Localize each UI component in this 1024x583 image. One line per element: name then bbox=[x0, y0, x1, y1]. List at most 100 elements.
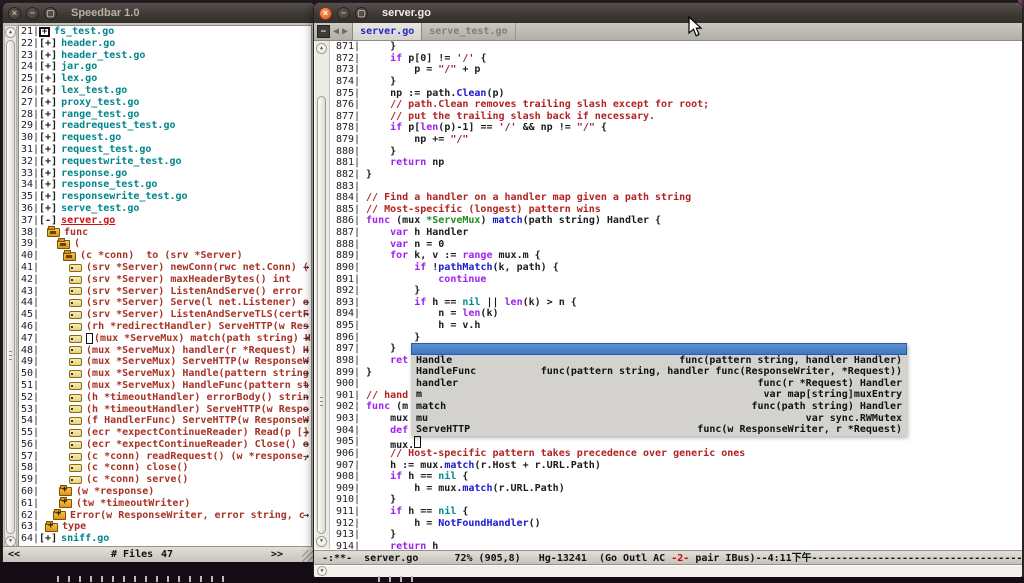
minimize-icon[interactable]: − bbox=[337, 7, 350, 20]
tag-label[interactable]: (mux *ServeMux) HandleFunc(pattern st bbox=[86, 380, 309, 392]
tag-label[interactable]: (c *conn) serve() bbox=[86, 474, 188, 486]
code-line[interactable]: 888| var n = 0 bbox=[331, 239, 1019, 251]
tag-label[interactable]: (srv *Server) ListenAndServeTLS(certF bbox=[86, 309, 309, 321]
tag-icon[interactable] bbox=[69, 264, 82, 272]
tag-label[interactable]: (c *conn) close() bbox=[86, 462, 188, 474]
speedbar-titlebar[interactable]: × − ▢ Speedbar 1.0 bbox=[3, 3, 315, 23]
tab-serve-test-go[interactable]: serve_test.go bbox=[422, 23, 515, 40]
code-line[interactable]: 895| h = v.h bbox=[331, 320, 1019, 332]
plus-icon[interactable]: [+] bbox=[39, 73, 57, 85]
minus-icon[interactable]: [-] bbox=[39, 215, 57, 227]
file-name[interactable]: serve_test.go bbox=[61, 203, 139, 215]
speedbar-row[interactable]: 57|(c *conn) readRequest() (w *response,… bbox=[19, 451, 311, 463]
speedbar-row[interactable]: 62|Error(w ResponseWriter, error string,… bbox=[19, 510, 311, 522]
speedbar-row[interactable]: 23|[+]header_test.go bbox=[19, 50, 311, 62]
tag-icon[interactable] bbox=[69, 453, 82, 461]
autocomplete-item[interactable]: mvar map[string]muxEntry bbox=[411, 389, 907, 401]
close-icon[interactable]: × bbox=[8, 7, 21, 20]
file-name[interactable]: requestwrite_test.go bbox=[61, 156, 181, 168]
speedbar-row[interactable]: 39|( bbox=[19, 238, 311, 250]
autocomplete-item[interactable]: handlerfunc(r *Request) Handler bbox=[411, 378, 907, 390]
code-line[interactable]: 910| } bbox=[331, 494, 1019, 506]
code-line[interactable]: 914| return h bbox=[331, 541, 1019, 550]
file-name[interactable]: response_test.go bbox=[61, 179, 157, 191]
speedbar-row[interactable]: 41|(srv *Server) newConn(rwc net.Conn) (… bbox=[19, 262, 311, 274]
code-line[interactable]: 887| var h Handler bbox=[331, 227, 1019, 239]
speedbar-row[interactable]: 50|(mux *ServeMux) Handle(pattern string… bbox=[19, 368, 311, 380]
speedbar-row[interactable]: 63|type bbox=[19, 521, 311, 533]
file-name[interactable]: responsewrite_test.go bbox=[61, 191, 187, 203]
speedbar-row[interactable]: 54|(f HandlerFunc) ServeHTTP(w ResponseW… bbox=[19, 415, 311, 427]
plus-icon[interactable]: [+] bbox=[39, 120, 57, 132]
scroll-up-icon[interactable]: ▲ bbox=[316, 43, 327, 54]
maximize-icon[interactable]: ▢ bbox=[355, 7, 368, 20]
tag-label[interactable]: (mux *ServeMux) ServeHTTP(w ResponseW bbox=[86, 356, 309, 368]
speedbar-scrollbar-thumb[interactable] bbox=[6, 40, 15, 534]
code-line[interactable]: 881| return np bbox=[331, 157, 1019, 169]
code-line[interactable]: 873| p = "/" + p bbox=[331, 64, 1019, 76]
tag-label[interactable]: (srv *Server) newConn(rwc net.Conn) ( bbox=[86, 262, 309, 274]
code-line[interactable]: 875| np := path.Clean(p) bbox=[331, 88, 1019, 100]
code-line[interactable]: 877| // put the trailing slash back if n… bbox=[331, 111, 1019, 123]
code-line[interactable]: 882|} bbox=[331, 169, 1019, 181]
autocomplete-item[interactable]: matchfunc(path string) Handler bbox=[411, 401, 907, 413]
speedbar-row[interactable]: 56|(ecr *expectContinueReader) Close() e… bbox=[19, 439, 311, 451]
speedbar-row[interactable]: 42|(srv *Server) maxHeaderBytes() int bbox=[19, 274, 311, 286]
speedbar-scrollbar[interactable]: ▲ ▼ bbox=[4, 25, 17, 548]
speedbar-row[interactable]: 25|[+]lex.go bbox=[19, 73, 311, 85]
plus-icon[interactable]: [+] bbox=[39, 191, 57, 203]
plus-icon[interactable]: [+] bbox=[39, 61, 57, 73]
folder-plus-icon[interactable] bbox=[59, 487, 72, 496]
tag-icon[interactable] bbox=[69, 417, 82, 425]
code-line[interactable]: 872| if p[0] != '/' { bbox=[331, 53, 1019, 65]
tag-label[interactable]: (mux *ServeMux) Handle(pattern string bbox=[86, 368, 309, 380]
file-name[interactable]: request.go bbox=[61, 132, 121, 144]
tag-label[interactable]: (srv *Server) Serve(l net.Listener) e bbox=[86, 297, 309, 309]
plus-icon[interactable]: [+] bbox=[39, 179, 57, 191]
code-line[interactable]: 889| for k, v := range mux.m { bbox=[331, 250, 1019, 262]
code-line[interactable]: 878| if p[len(p)-1] == '/' && np != "/" … bbox=[331, 122, 1019, 134]
code-line[interactable]: 880| } bbox=[331, 146, 1019, 158]
folder-open-icon[interactable] bbox=[57, 240, 70, 249]
speedbar-row[interactable]: 48|(mux *ServeMux) handler(r *Request) H… bbox=[19, 345, 311, 357]
code-editor[interactable]: 871| }872| if p[0] != '/' {873| p = "/" … bbox=[331, 41, 1019, 550]
minimize-icon[interactable]: − bbox=[26, 7, 39, 20]
tag-icon[interactable] bbox=[69, 394, 82, 402]
code-line[interactable]: 912| h = NotFoundHandler() bbox=[331, 518, 1019, 530]
code-line[interactable]: 883| bbox=[331, 181, 1019, 193]
file-name[interactable]: readrequest_test.go bbox=[61, 120, 175, 132]
speedbar-row[interactable]: 24|[+]jar.go bbox=[19, 61, 311, 73]
speedbar-row[interactable]: 38|func bbox=[19, 227, 311, 239]
tag-label[interactable]: (w *response) bbox=[76, 486, 154, 498]
tag-icon[interactable] bbox=[69, 335, 82, 343]
tag-label[interactable]: (srv *Server) ListenAndServe() error bbox=[86, 286, 303, 298]
plus-icon[interactable]: [+] bbox=[39, 168, 57, 180]
speedbar-scroll-left[interactable]: << bbox=[8, 547, 20, 563]
speedbar-row[interactable]: 40|(c *conn) to (srv *Server) bbox=[19, 250, 311, 262]
tag-label[interactable]: (ecr *expectContinueReader) Close() e bbox=[86, 439, 309, 451]
code-line[interactable]: 876| // path.Clean removes trailing slas… bbox=[331, 99, 1019, 111]
speedbar-row[interactable]: 60|(w *response) bbox=[19, 486, 311, 498]
autocomplete-item[interactable]: HandleFuncfunc(pattern string, handler f… bbox=[411, 366, 907, 378]
tag-icon[interactable] bbox=[69, 370, 82, 378]
code-line[interactable]: 884|// Find a handler on a handler map g… bbox=[331, 192, 1019, 204]
speedbar-row[interactable]: 30|[+]request.go bbox=[19, 132, 311, 144]
speedbar-row[interactable]: 45|(srv *Server) ListenAndServeTLS(certF… bbox=[19, 309, 311, 321]
speedbar-row[interactable]: 32|[+]requestwrite_test.go bbox=[19, 156, 311, 168]
speedbar-row[interactable]: 51|(mux *ServeMux) HandleFunc(pattern st… bbox=[19, 380, 311, 392]
plus-icon[interactable]: [+] bbox=[39, 97, 57, 109]
plus-icon[interactable]: [+] bbox=[39, 144, 57, 156]
tag-label[interactable]: (f HandlerFunc) ServeHTTP(w ResponseW bbox=[86, 415, 309, 427]
doc-icon[interactable]: + bbox=[39, 27, 50, 37]
tab-server-go[interactable]: server.go bbox=[352, 23, 422, 40]
editor-titlebar[interactable]: × − ▢ server.go bbox=[314, 3, 1022, 23]
speedbar-row[interactable]: 53|(h *timeoutHandler) ServeHTTP(w Respo… bbox=[19, 404, 311, 416]
speedbar-row[interactable]: 43|(srv *Server) ListenAndServe() error bbox=[19, 286, 311, 298]
scroll-down-icon[interactable]: ▼ bbox=[317, 566, 327, 576]
code-line[interactable]: 909| h = mux.match(r.URL.Path) bbox=[331, 483, 1019, 495]
speedbar-row[interactable]: 46|(rh *redirectHandler) ServeHTTP(w Res… bbox=[19, 321, 311, 333]
code-line[interactable]: 907| h := mux.match(r.Host + r.URL.Path) bbox=[331, 460, 1019, 472]
code-line[interactable]: 871| } bbox=[331, 41, 1019, 53]
folder-open-icon[interactable] bbox=[63, 252, 76, 261]
tag-label[interactable]: (tw *timeoutWriter) bbox=[76, 498, 190, 510]
